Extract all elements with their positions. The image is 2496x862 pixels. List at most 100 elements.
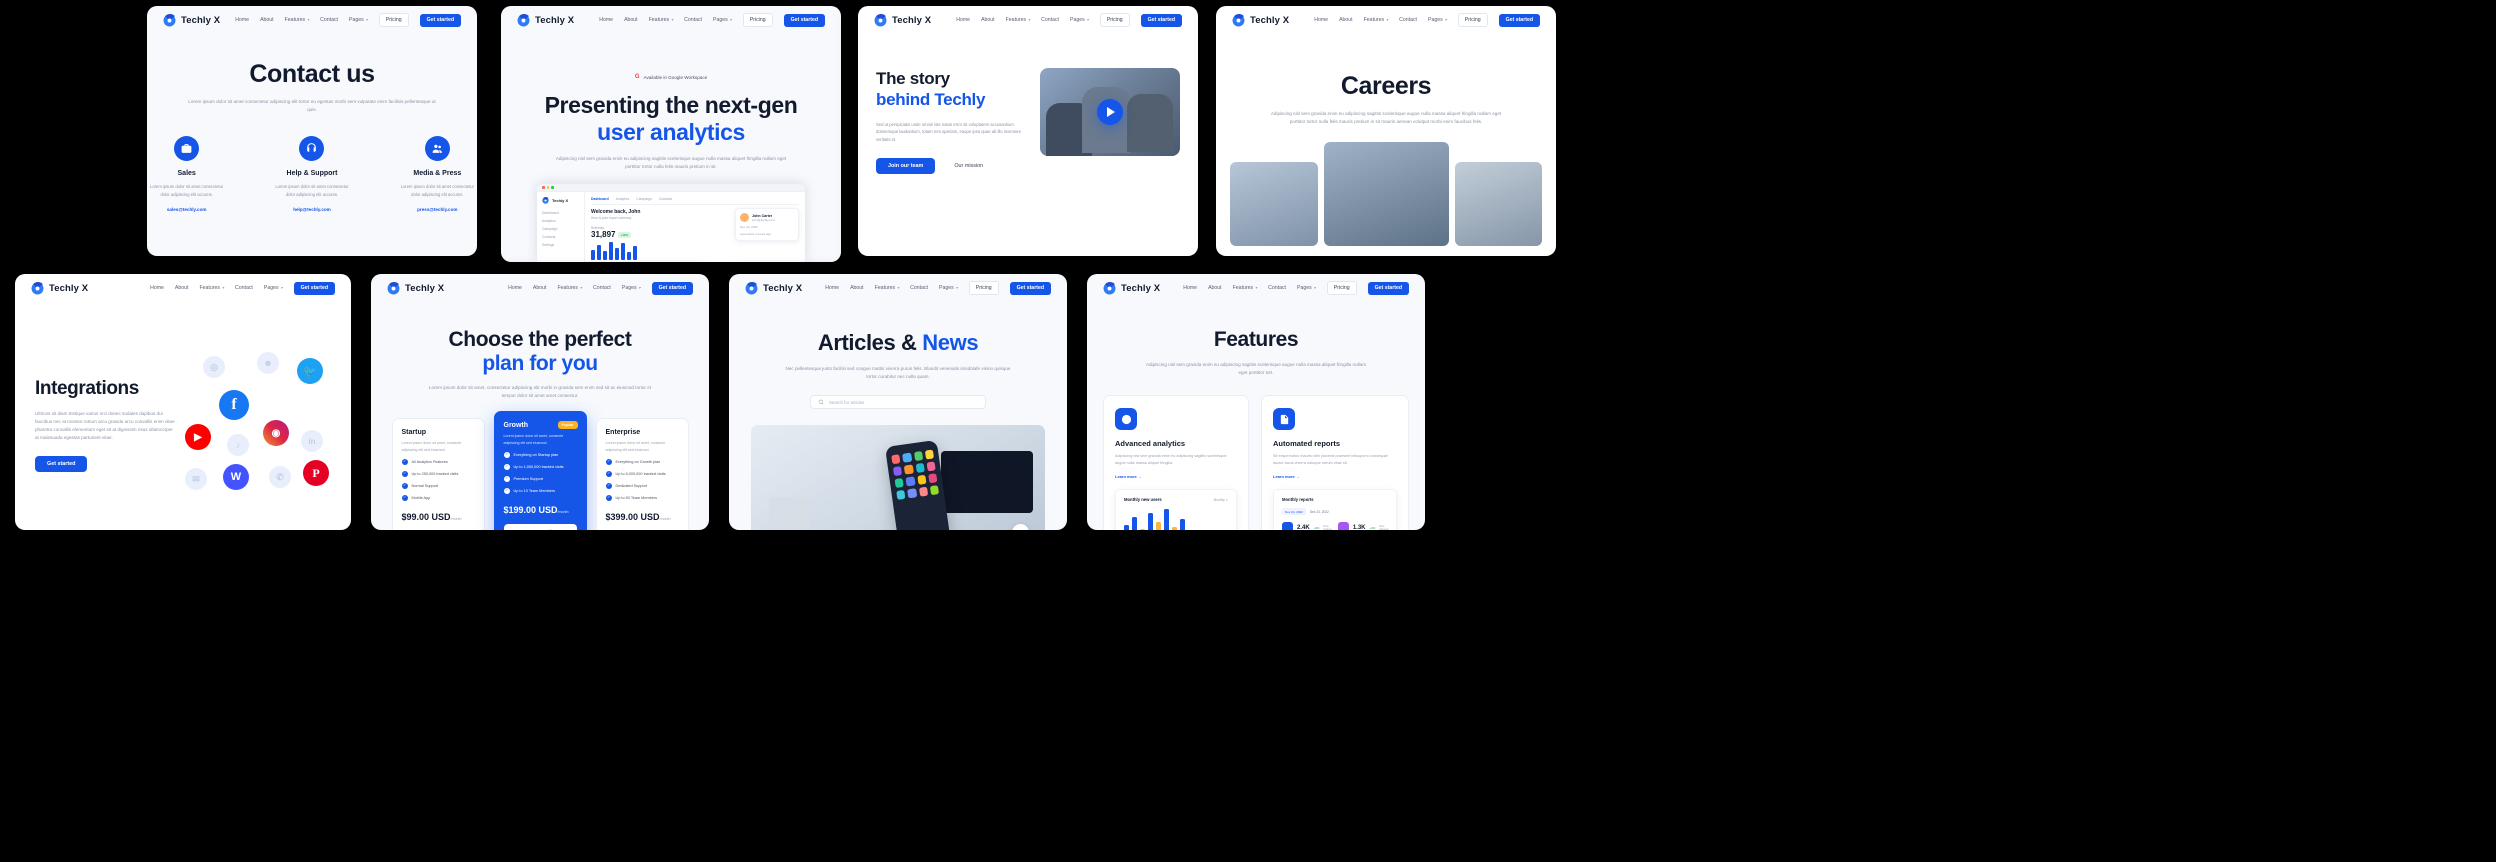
nav-link-home[interactable]: Home — [235, 17, 249, 23]
nav-link-about[interactable]: About — [260, 17, 274, 23]
brand-logo[interactable]: Techly X — [163, 13, 220, 27]
nav-link-pages[interactable]: Pages ▾ — [939, 285, 958, 291]
nav-link-home[interactable]: Home — [599, 17, 613, 23]
template-card-pricing[interactable]: Techly X Home About Features ▾ Contact Pa… — [371, 274, 709, 530]
template-card-contact[interactable]: Techly X Home About Features ▾ Contact Pa… — [147, 6, 477, 256]
nav-link-home[interactable]: Home — [1183, 285, 1197, 291]
nav-link-about[interactable]: About — [850, 285, 864, 291]
whatsapp-icon[interactable]: ✆ — [269, 466, 291, 488]
pricing-button[interactable]: Pricing — [1326, 281, 1357, 295]
pricing-button[interactable]: Pricing — [742, 13, 773, 27]
plan-cta-button[interactable]: Get started — [503, 524, 577, 530]
nav-link-features[interactable]: Features ▾ — [285, 17, 310, 23]
nav-link-about[interactable]: About — [533, 285, 547, 291]
join-team-button[interactable]: Join our team — [876, 157, 936, 174]
column-email[interactable]: press@techly.com — [398, 207, 477, 212]
dashboard-tab[interactable]: Analytics — [616, 197, 630, 201]
scroll-top-button[interactable] — [1012, 524, 1029, 530]
pinterest-icon[interactable]: P — [303, 460, 329, 486]
get-started-button[interactable]: Get started — [1498, 13, 1540, 27]
nav-link-pages[interactable]: Pages ▾ — [1428, 17, 1447, 23]
get-started-button[interactable]: Get started — [1140, 13, 1182, 27]
dashboard-tab[interactable]: Campaign — [636, 197, 651, 201]
nav-link-about[interactable]: About — [1208, 285, 1222, 291]
pricing-button[interactable]: Pricing — [378, 13, 409, 27]
search-input[interactable]: Search for articles — [810, 395, 986, 410]
twitter-icon[interactable]: 🐦 — [297, 358, 323, 384]
nav-link-pages[interactable]: Pages ▾ — [1070, 17, 1089, 23]
nav-link-features[interactable]: Features ▾ — [875, 285, 900, 291]
dashboard-sidebar-item[interactable]: Analytics — [542, 217, 579, 225]
panel-meta[interactable]: Monthly ∨ — [1214, 498, 1228, 502]
feature-card-reports[interactable]: Automated reports Sit exspernatus mauris… — [1261, 395, 1409, 530]
nav-link-home[interactable]: Home — [825, 285, 839, 291]
nav-link-contact[interactable]: Contact — [235, 285, 253, 291]
nav-link-features[interactable]: Features ▾ — [1364, 17, 1389, 23]
facebook-icon[interactable]: f — [219, 390, 249, 420]
nav-link-home[interactable]: Home — [150, 285, 164, 291]
nav-link-home[interactable]: Home — [956, 17, 970, 23]
template-card-careers[interactable]: Techly X Home About Features ▾ Contact Pa… — [1216, 6, 1556, 256]
nav-link-contact[interactable]: Contact — [593, 285, 611, 291]
nav-link-contact[interactable]: Contact — [320, 17, 338, 23]
youtube-icon[interactable]: ▶ — [185, 424, 211, 450]
nav-link-pages[interactable]: Pages ▾ — [713, 17, 732, 23]
brand-logo[interactable]: Techly X — [1232, 13, 1289, 27]
nav-link-contact[interactable]: Contact — [1041, 17, 1059, 23]
nav-link-pages[interactable]: Pages ▾ — [264, 285, 283, 291]
dashboard-tab[interactable]: Contacts — [659, 197, 672, 201]
pricing-button[interactable]: Pricing — [968, 281, 999, 295]
get-started-button[interactable]: Get started — [35, 456, 88, 473]
brand-logo[interactable]: Techly X — [874, 13, 931, 27]
get-started-button[interactable]: Get started — [293, 281, 335, 295]
template-card-analytics[interactable]: Techly X Home About Features ▾ Contact Pa… — [501, 6, 841, 262]
nav-link-about[interactable]: About — [175, 285, 189, 291]
column-email[interactable]: help@techly.com — [272, 207, 351, 212]
pricing-plan-enterprise[interactable]: Enterprise Lorem ipsum dolor sit amet, c… — [595, 418, 689, 530]
get-started-button[interactable]: Get started — [783, 13, 825, 27]
template-card-articles[interactable]: Techly X Home About Features ▾ Contact Pa… — [729, 274, 1067, 530]
brand-logo[interactable]: Techly X — [745, 281, 802, 295]
nav-link-about[interactable]: About — [981, 17, 995, 23]
dashboard-sidebar-item[interactable]: Dashboard — [542, 209, 579, 217]
brand-logo[interactable]: Techly X — [517, 13, 574, 27]
pricing-plan-growth[interactable]: Popular Growth Lorem ipsum dolor sit ame… — [493, 411, 587, 530]
nav-link-features[interactable]: Features ▾ — [199, 285, 224, 291]
brand-logo[interactable]: Techly X — [1103, 281, 1160, 295]
pricing-button[interactable]: Pricing — [1099, 13, 1130, 27]
dashboard-sidebar-item[interactable]: Contacts — [542, 233, 579, 241]
message-icon[interactable]: ✉ — [185, 468, 207, 490]
our-mission-button[interactable]: Our mission — [944, 158, 993, 174]
dashboard-tab[interactable]: Dashboard — [591, 197, 609, 201]
nav-link-contact[interactable]: Contact — [684, 17, 702, 23]
instagram-icon[interactable]: ◎ — [203, 356, 225, 378]
linkedin-icon[interactable]: in — [301, 430, 323, 452]
get-started-button[interactable]: Get started — [651, 281, 693, 295]
column-email[interactable]: sales@techly.com — [147, 207, 226, 212]
reddit-icon[interactable]: ☻ — [257, 352, 279, 374]
nav-link-features[interactable]: Features ▾ — [1233, 285, 1258, 291]
template-card-story[interactable]: Techly X Home About Features ▾ Contact Pa… — [858, 6, 1198, 256]
webflow-icon[interactable]: W — [223, 464, 249, 490]
pricing-plan-startup[interactable]: Startup Lorem ipsum dolor sit amet, cons… — [391, 418, 485, 530]
nav-link-contact[interactable]: Contact — [910, 285, 928, 291]
get-started-button[interactable]: Get started — [1009, 281, 1051, 295]
play-icon[interactable] — [1097, 99, 1123, 125]
nav-link-home[interactable]: Home — [1314, 17, 1328, 23]
feature-learn-more-link[interactable]: Learn more → — [1273, 474, 1397, 479]
brand-logo[interactable]: Techly X — [387, 281, 444, 295]
feature-learn-more-link[interactable]: Learn more → — [1115, 474, 1237, 479]
dashboard-sidebar-item[interactable]: Settings — [542, 241, 579, 249]
feature-card-analytics[interactable]: Advanced analytics Adipiscing nisl sem g… — [1103, 395, 1249, 530]
template-card-features[interactable]: Techly X Home About Features ▾ Contact Pa… — [1087, 274, 1425, 530]
template-card-integrations[interactable]: Techly X Home About Features ▾ Contact Pa… — [15, 274, 351, 530]
pricing-button[interactable]: Pricing — [1457, 13, 1488, 27]
story-video-thumbnail[interactable] — [1040, 68, 1180, 156]
nav-link-features[interactable]: Features ▾ — [557, 285, 582, 291]
tiktok-icon[interactable]: ♪ — [227, 434, 249, 456]
nav-link-contact[interactable]: Contact — [1268, 285, 1286, 291]
nav-link-pages[interactable]: Pages ▾ — [349, 17, 368, 23]
instagram-icon[interactable]: ◉ — [263, 420, 289, 446]
get-started-button[interactable]: Get started — [419, 13, 461, 27]
nav-link-features[interactable]: Features ▾ — [1006, 17, 1031, 23]
